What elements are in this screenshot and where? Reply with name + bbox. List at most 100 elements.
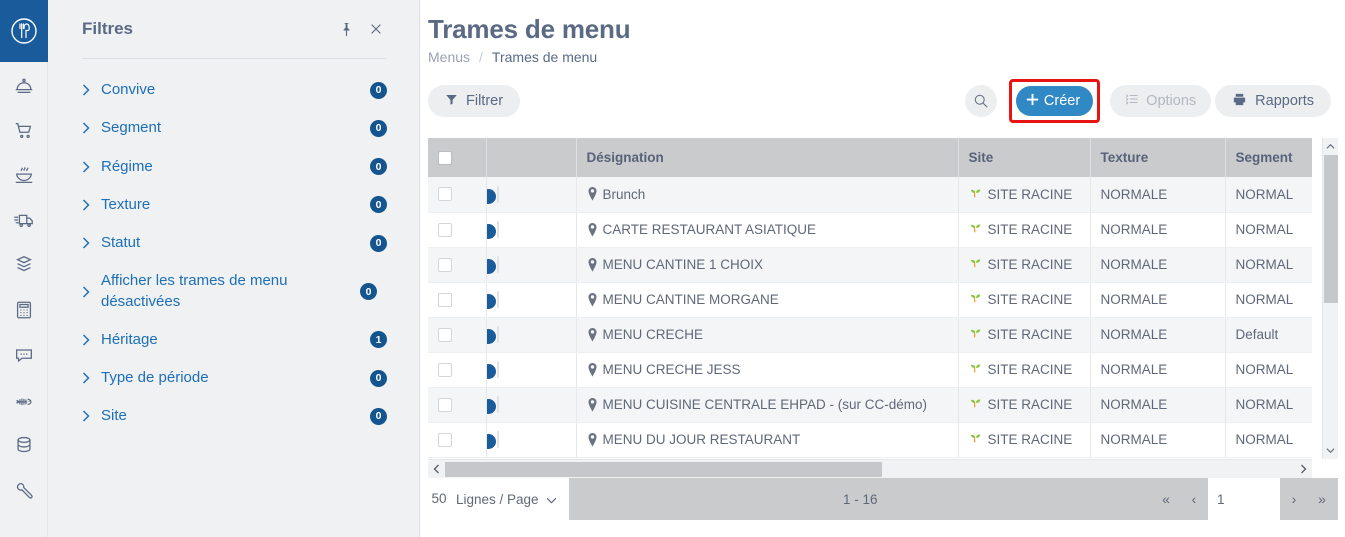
scroll-left-icon[interactable] (428, 460, 445, 479)
filter-item[interactable]: Convive 0 (70, 71, 397, 109)
toolbar: Filtrer Créer Options Rapports (428, 79, 1345, 123)
row-enable-toggle[interactable] (496, 256, 499, 273)
row-enable-toggle[interactable] (496, 326, 499, 343)
breadcrumb-parent[interactable]: Menus (428, 49, 470, 65)
row-checkbox[interactable] (438, 432, 452, 447)
rail-item-production[interactable] (0, 152, 48, 197)
rail-item-messages[interactable] (0, 332, 48, 377)
filter-item-label: Segment (101, 119, 162, 137)
site-text: SITE RACINE (987, 327, 1073, 342)
rail-item-livraison[interactable] (0, 197, 48, 242)
rail-item-stocks[interactable] (0, 242, 48, 287)
options-button[interactable]: Options (1110, 85, 1212, 117)
cell-segment: NORMAL (1225, 387, 1312, 423)
filter-item[interactable]: Texture 0 (70, 186, 397, 224)
rail-item-comptabilite[interactable] (0, 287, 48, 332)
filter-item-label: Statut (101, 234, 141, 251)
table-row[interactable]: CARTE RESTAURANT ASIATIQUE SITE RACINE NOR… (428, 212, 1312, 248)
row-enable-toggle[interactable] (496, 396, 499, 413)
search-icon[interactable] (964, 85, 997, 117)
column-site[interactable]: Site (958, 138, 1091, 177)
rail-item-donnees[interactable] (0, 422, 48, 467)
table-row[interactable]: Brunch SITE RACINE NORMALE NORMAL (428, 177, 1312, 213)
row-checkbox[interactable] (438, 327, 452, 342)
filter-item[interactable]: Héritage 1 (70, 321, 397, 359)
first-page-button[interactable]: « (1152, 478, 1180, 520)
site-text: SITE RACINE (987, 397, 1073, 412)
row-select-cell (428, 282, 487, 318)
page-number-input[interactable]: 1 (1208, 478, 1280, 520)
vertical-scroll-track[interactable] (1323, 155, 1339, 442)
printer-icon (1232, 92, 1247, 111)
app-root: Filtres Convive 0 Segment 0 Régime 0 Texture 0 S… (0, 0, 1345, 537)
horizontal-scroll-thumb[interactable] (445, 461, 882, 477)
column-segment[interactable]: Segment (1225, 138, 1312, 177)
filter-item[interactable]: Type de période 0 (70, 359, 397, 397)
location-pin-icon (587, 432, 598, 447)
rows-per-page-value[interactable]: 50 (428, 478, 450, 520)
filter-button[interactable]: Filtrer (428, 85, 521, 117)
table-row[interactable]: MENU CANTINE 1 CHOIX SITE RACINE NORMALE NO… (428, 247, 1312, 283)
sprout-icon (969, 396, 982, 413)
rail-item-restauration[interactable] (0, 62, 48, 107)
chevron-down-glyph (546, 497, 556, 503)
next-page-button[interactable]: › (1280, 478, 1308, 520)
chevron-left-glyph (433, 464, 439, 474)
row-checkbox[interactable] (438, 292, 452, 307)
last-page-button[interactable]: » (1308, 478, 1336, 520)
row-select-cell (428, 422, 487, 458)
pin-icon[interactable] (331, 14, 361, 44)
rail-item-allergenes[interactable] (0, 377, 48, 422)
vertical-scrollbar[interactable] (1322, 138, 1338, 459)
column-designation[interactable]: Désignation (576, 138, 959, 177)
rail-item-parametres[interactable] (0, 467, 48, 512)
options-button-label: Options (1146, 93, 1197, 109)
table-row[interactable]: MENU CUISINE CENTRALE EHPAD - (sur CC-dé… (428, 387, 1312, 423)
row-checkbox[interactable] (438, 257, 452, 272)
app-logo[interactable] (0, 0, 48, 62)
row-checkbox[interactable] (438, 187, 452, 202)
filter-item[interactable]: Site 0 (70, 397, 397, 435)
cell-segment: NORMAL (1225, 352, 1312, 388)
rail-item-achats[interactable] (0, 107, 48, 152)
filter-list: Convive 0 Segment 0 Régime 0 Texture 0 Statut 0 Af… (70, 71, 397, 436)
site-text: SITE RACINE (987, 362, 1073, 377)
prev-page-button[interactable]: ‹ (1180, 478, 1208, 520)
filter-item-count: 0 (370, 119, 387, 137)
create-button[interactable]: Créer (1015, 86, 1094, 116)
cell-site: SITE RACINE (958, 387, 1091, 423)
row-enable-toggle[interactable] (496, 185, 499, 203)
select-all-checkbox[interactable] (438, 150, 452, 165)
horizontal-scroll-track[interactable] (445, 460, 1295, 479)
designation-text: Brunch (602, 186, 646, 202)
table-row[interactable]: MENU CRECHE SITE RACINE NORMALE Default (428, 317, 1312, 353)
row-checkbox[interactable] (438, 222, 452, 237)
table-row[interactable]: MENU CANTINE MORGANE SITE RACINE NORMALE NO… (428, 282, 1312, 318)
printer-glyph (1234, 93, 1246, 105)
scroll-right-icon[interactable] (1295, 460, 1312, 479)
rows-per-page-select[interactable]: Lignes / Page (450, 478, 569, 520)
filter-item[interactable]: Régime 0 (70, 148, 397, 186)
vertical-scroll-thumb[interactable] (1323, 155, 1338, 303)
reports-button[interactable]: Rapports (1215, 85, 1331, 117)
filter-item[interactable]: Segment 0 (70, 109, 397, 147)
row-enable-toggle[interactable] (496, 431, 499, 448)
close-icon[interactable] (361, 14, 391, 44)
horizontal-scrollbar[interactable] (428, 459, 1312, 478)
row-enable-toggle[interactable] (496, 221, 499, 238)
row-enable-toggle[interactable] (496, 291, 499, 308)
filter-item[interactable]: Afficher les trames de menu désactivées 0 (70, 262, 397, 321)
cell-texture: NORMALE (1090, 422, 1226, 458)
row-enable-toggle[interactable] (496, 361, 499, 378)
page-title: Trames de menu (428, 14, 631, 44)
table-scroll-area: Désignation Site Texture Segment Brunch S… (428, 138, 1338, 459)
row-checkbox[interactable] (438, 362, 452, 377)
row-checkbox[interactable] (438, 397, 452, 412)
column-texture[interactable]: Texture (1090, 138, 1226, 177)
filter-item[interactable]: Statut 0 (70, 224, 397, 262)
scroll-up-icon[interactable] (1323, 138, 1339, 155)
filter-button-label: Filtrer (466, 93, 504, 109)
table-row[interactable]: MENU CRECHE JESS SITE RACINE NORMALE NORMAL (428, 352, 1312, 388)
table-row[interactable]: MENU DU JOUR RESTAURANT SITE RACINE NORMAL… (428, 422, 1312, 458)
scroll-down-icon[interactable] (1323, 442, 1339, 459)
